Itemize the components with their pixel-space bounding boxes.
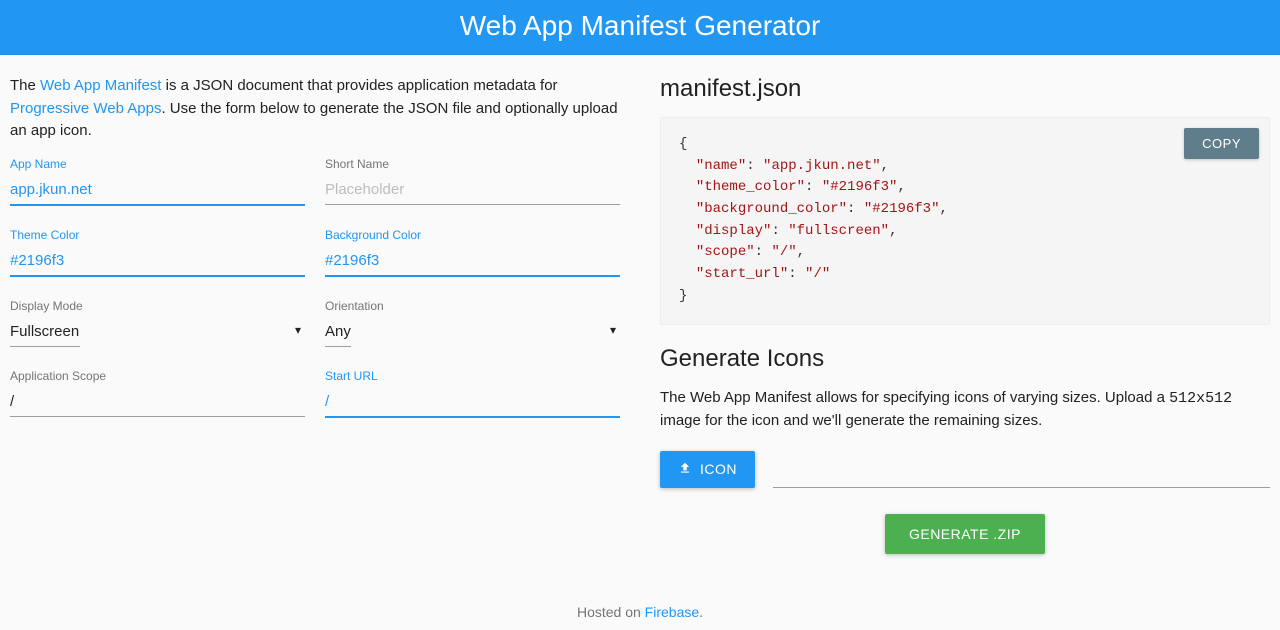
field-theme-color: Theme Color xyxy=(10,228,305,277)
select-display-mode[interactable]: Fullscreen xyxy=(10,319,80,347)
input-start-url[interactable] xyxy=(325,389,620,418)
page-title: Web App Manifest Generator xyxy=(460,10,821,41)
label-theme-color: Theme Color xyxy=(10,228,305,242)
main-container: The Web App Manifest is a JSON document … xyxy=(0,55,1280,584)
label-short-name: Short Name xyxy=(325,157,620,171)
upload-icon-button[interactable]: ICON xyxy=(660,451,755,488)
form-panel: The Web App Manifest is a JSON document … xyxy=(10,75,620,554)
label-background-color: Background Color xyxy=(325,228,620,242)
icons-title: Generate Icons xyxy=(660,345,1270,373)
generate-zip-button[interactable]: GENERATE .ZIP xyxy=(885,514,1045,554)
output-title: manifest.json xyxy=(660,75,1270,103)
output-panel: manifest.json COPY{ "name": "app.jkun.ne… xyxy=(660,75,1270,554)
footer: Hosted on Firebase. xyxy=(0,584,1280,630)
field-background-color: Background Color xyxy=(325,228,620,277)
input-scope[interactable] xyxy=(10,389,305,417)
link-pwa[interactable]: Progressive Web Apps xyxy=(10,100,161,117)
copy-button[interactable]: COPY xyxy=(1184,128,1259,159)
label-start-url: Start URL xyxy=(325,369,620,383)
icon-upload-row: ICON xyxy=(660,451,1270,488)
intro-text: The Web App Manifest is a JSON document … xyxy=(10,75,620,143)
field-start-url: Start URL xyxy=(325,369,620,418)
input-app-name[interactable] xyxy=(10,177,305,206)
icon-size-code: 512x512 xyxy=(1169,390,1232,407)
link-web-app-manifest[interactable]: Web App Manifest xyxy=(40,77,161,94)
label-display-mode: Display Mode xyxy=(10,299,305,313)
label-scope: Application Scope xyxy=(10,369,305,383)
form-grid: App Name Short Name Theme Color Backgrou… xyxy=(10,157,620,418)
select-orientation[interactable]: Any xyxy=(325,319,351,347)
field-app-name: App Name xyxy=(10,157,305,206)
page-header: Web App Manifest Generator xyxy=(0,0,1280,55)
field-short-name: Short Name xyxy=(325,157,620,206)
field-display-mode: Display Mode Fullscreen xyxy=(10,299,305,347)
field-scope: Application Scope xyxy=(10,369,305,418)
field-orientation: Orientation Any xyxy=(325,299,620,347)
label-app-name: App Name xyxy=(10,157,305,171)
icons-description: The Web App Manifest allows for specifyi… xyxy=(660,387,1270,433)
input-short-name[interactable] xyxy=(325,177,620,205)
label-orientation: Orientation xyxy=(325,299,620,313)
input-theme-color[interactable] xyxy=(10,248,305,277)
manifest-code: COPY{ "name": "app.jkun.net", "theme_col… xyxy=(660,117,1270,325)
generate-row: GENERATE .ZIP xyxy=(660,514,1270,554)
upload-icon xyxy=(678,461,692,478)
input-background-color[interactable] xyxy=(325,248,620,277)
icon-path-input[interactable] xyxy=(773,460,1270,488)
link-firebase[interactable]: Firebase xyxy=(645,604,699,620)
